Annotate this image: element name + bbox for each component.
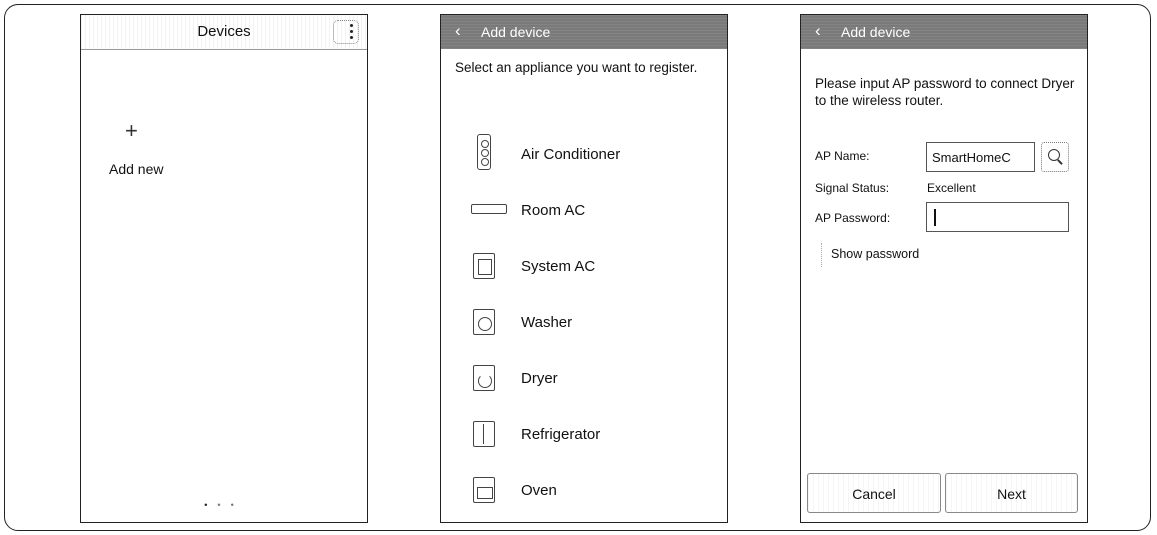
list-item-dryer[interactable]: Dryer bbox=[441, 361, 727, 401]
devices-header: Devices bbox=[81, 15, 367, 50]
ap-password-field[interactable] bbox=[926, 202, 1069, 232]
add-device-icon[interactable]: + bbox=[125, 120, 138, 142]
page-indicator: ••• bbox=[81, 500, 367, 510]
system-ac-icon bbox=[473, 253, 495, 279]
oven-icon bbox=[473, 477, 495, 503]
page-dot-2: • bbox=[217, 500, 231, 510]
refrigerator-icon bbox=[473, 421, 495, 447]
dryer-icon bbox=[473, 365, 495, 391]
add-new-label[interactable]: Add new bbox=[109, 161, 163, 177]
add-device-list-screen: ‹ Add device Select an appliance you wan… bbox=[440, 14, 728, 523]
page-title: Add device bbox=[481, 24, 551, 40]
air-conditioner-icon bbox=[477, 134, 491, 170]
room-ac-icon bbox=[471, 204, 507, 214]
ap-password-label: AP Password: bbox=[815, 211, 891, 225]
next-button[interactable]: Next bbox=[945, 473, 1078, 513]
list-item-label: Oven bbox=[521, 482, 557, 499]
list-item-label: Room AC bbox=[521, 202, 586, 219]
list-item-system-ac[interactable]: System AC bbox=[441, 249, 727, 289]
washer-icon bbox=[473, 309, 495, 335]
ap-name-field[interactable]: SmartHomeC bbox=[926, 142, 1035, 172]
list-item-refrigerator[interactable]: Refrigerator bbox=[441, 417, 727, 457]
page-dot-1: • bbox=[204, 500, 218, 510]
cancel-button[interactable]: Cancel bbox=[807, 473, 941, 513]
search-icon bbox=[1048, 149, 1060, 161]
instruction-text: Please input AP password to connect Drye… bbox=[815, 76, 1075, 108]
show-password-label[interactable]: Show password bbox=[831, 247, 919, 261]
signal-status-label: Signal Status: bbox=[815, 181, 890, 195]
signal-status-value: Excellent bbox=[927, 181, 976, 195]
back-icon[interactable]: ‹ bbox=[455, 22, 461, 40]
list-item-label: System AC bbox=[521, 258, 596, 275]
more-menu-button[interactable] bbox=[333, 20, 359, 44]
list-item-washer[interactable]: Washer bbox=[441, 305, 727, 345]
add-device-header: ‹ Add device bbox=[441, 15, 727, 49]
back-icon[interactable]: ‹ bbox=[815, 22, 821, 40]
devices-screen: Devices + Add new ••• bbox=[80, 14, 368, 523]
list-item-label: Dryer bbox=[521, 370, 558, 387]
list-item-label: Air Conditioner bbox=[521, 146, 621, 163]
list-item-air-conditioner[interactable]: Air Conditioner bbox=[441, 134, 727, 177]
page-dot-3: • bbox=[230, 500, 244, 510]
add-device-header: ‹ Add device bbox=[801, 15, 1087, 49]
list-item-label: Refrigerator bbox=[521, 426, 601, 443]
list-item-label: Washer bbox=[521, 314, 573, 331]
more-vertical-icon bbox=[350, 24, 354, 42]
list-item-room-ac[interactable]: Room AC bbox=[441, 193, 727, 233]
list-item-oven[interactable]: Oven bbox=[441, 473, 727, 513]
page-title: Devices bbox=[197, 23, 251, 40]
text-cursor bbox=[934, 209, 936, 226]
ap-password-screen: ‹ Add device Please input AP password to… bbox=[800, 14, 1088, 523]
search-ap-button[interactable] bbox=[1041, 142, 1069, 172]
show-password-checkbox[interactable] bbox=[821, 243, 823, 267]
page-title: Add device bbox=[841, 24, 911, 40]
instruction-text: Select an appliance you want to register… bbox=[455, 60, 698, 75]
ap-name-label: AP Name: bbox=[815, 149, 870, 163]
